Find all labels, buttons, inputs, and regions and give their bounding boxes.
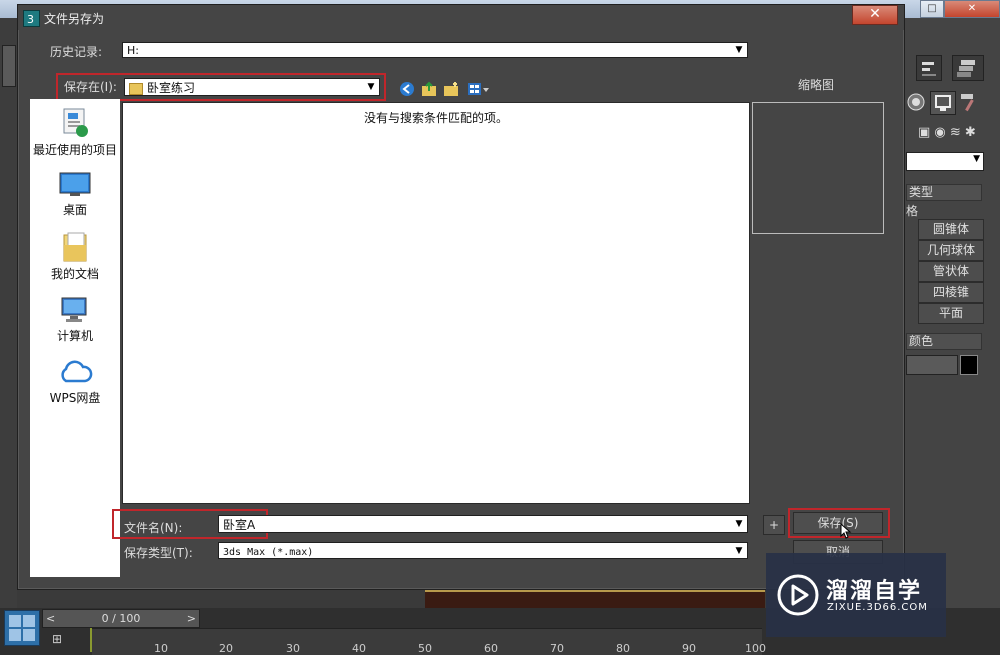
chevron-down-icon[interactable]: ▼ — [733, 43, 745, 57]
watermark-name: 溜溜自学 — [826, 579, 923, 604]
save-in-value: 卧室练习 — [147, 81, 196, 95]
watermark-logo: 溜溜自学 ZIXUE.3D66.COM — [766, 553, 946, 637]
close-app-button[interactable]: ✕ — [944, 0, 1000, 18]
filename-input[interactable]: 卧室A ▼ — [218, 515, 748, 533]
filename-label: 文件名(N): — [124, 521, 183, 535]
timeline-ruler[interactable]: 10 20 30 40 50 60 70 80 90 100 — [92, 628, 766, 655]
new-folder-icon[interactable] — [443, 81, 459, 97]
play-logo-icon — [777, 574, 819, 616]
empty-message: 没有与搜索条件匹配的项。 — [363, 111, 508, 125]
thumbnail-label: 缩略图 — [798, 78, 835, 92]
thumbnail-preview — [752, 102, 884, 234]
ruler-tick: 30 — [286, 642, 300, 655]
grid-label: 格 — [906, 204, 919, 218]
chevron-down-icon[interactable]: ▼ — [365, 80, 377, 94]
object-color-swatch[interactable] — [960, 355, 978, 375]
history-combobox[interactable]: H: ▼ — [122, 42, 748, 58]
save-as-dialog: 3 文件另存为 ✕ 历史记录: H: ▼ 保存在(I): 卧室练习 ▼ 缩略图 … — [17, 4, 905, 590]
time-prev-button[interactable]: < — [46, 610, 55, 627]
material-editor-icon[interactable] — [906, 92, 926, 112]
pyramid-button[interactable]: 四棱锥 — [918, 282, 984, 303]
place-desktop[interactable]: 桌面 — [30, 171, 120, 218]
save-in-combobox[interactable]: 卧室练习 ▼ — [124, 78, 380, 96]
time-next-button[interactable]: > — [187, 610, 196, 627]
filetype-label: 保存类型(T): — [124, 546, 193, 560]
filename-value: 卧室A — [223, 518, 256, 532]
place-recent-items[interactable]: 最近使用的项目 — [30, 107, 120, 158]
file-list[interactable]: 没有与搜索条件匹配的项。 — [122, 102, 750, 504]
ruler-tick: 10 — [154, 642, 168, 655]
history-label: 历史记录: — [50, 45, 103, 59]
place-label: 我的文档 — [50, 267, 99, 281]
render-setup-icon[interactable] — [930, 91, 956, 115]
cone-button[interactable]: 圆锥体 — [918, 219, 984, 240]
align-tool-icon[interactable] — [916, 55, 942, 81]
name-color-header[interactable]: 颜色 — [906, 333, 982, 350]
object-name-field[interactable] — [906, 355, 958, 375]
place-computer[interactable]: 计算机 — [30, 295, 120, 344]
filetype-combobox[interactable]: 3ds Max (*.max) ▼ — [218, 542, 748, 559]
panel-toolbar-icons: ▣ ◉ ≋ ✱ — [918, 125, 976, 140]
chevron-down-icon[interactable]: ▼ — [733, 544, 745, 558]
view-menu-icon[interactable] — [467, 81, 491, 97]
place-label: 桌面 — [62, 203, 87, 217]
ruler-tick: 50 — [418, 642, 432, 655]
place-label: 最近使用的项目 — [32, 143, 117, 157]
ruler-tick: 60 — [484, 642, 498, 655]
layers-tool-icon[interactable] — [952, 55, 984, 81]
time-slider[interactable]: < 0 / 100 > — [42, 609, 200, 628]
cloud-icon — [61, 360, 93, 383]
place-label: WPS网盘 — [49, 391, 101, 405]
chevron-down-icon[interactable]: ▼ — [733, 517, 745, 531]
computer-icon — [61, 297, 87, 322]
desktop-icon — [59, 172, 91, 196]
ruler-tick: 80 — [616, 642, 630, 655]
place-label: 计算机 — [56, 329, 93, 343]
hammer-icon[interactable] — [958, 91, 982, 113]
back-icon[interactable] — [399, 81, 415, 97]
plane-button[interactable]: 平面 — [918, 303, 984, 324]
object-category-dropdown[interactable]: ▼ — [906, 152, 984, 171]
object-type-header[interactable]: 类型 — [906, 184, 982, 201]
mouse-cursor-icon — [840, 522, 852, 539]
save-in-label: 保存在(I): — [64, 80, 117, 94]
increment-filename-button[interactable]: + — [763, 515, 785, 535]
left-strip — [0, 18, 17, 608]
folder-icon — [129, 83, 143, 95]
ruler-tick: 100 — [745, 642, 766, 655]
recent-items-icon — [63, 108, 88, 137]
filetype-value: 3ds Max (*.max) — [223, 547, 314, 558]
watermark-url: ZIXUE.3D66.COM — [827, 602, 928, 613]
geosphere-button[interactable]: 几何球体 — [918, 240, 984, 261]
left-tool-button[interactable] — [2, 45, 16, 87]
restore-window-button[interactable]: □ — [920, 0, 944, 18]
tube-button[interactable]: 管状体 — [918, 261, 984, 282]
ruler-tick: 70 — [550, 642, 564, 655]
ruler-tick: 40 — [352, 642, 366, 655]
svg-text:3: 3 — [27, 13, 34, 26]
track-bar-icon[interactable]: ⊞ — [52, 632, 72, 648]
dialog-title: 文件另存为 — [44, 12, 105, 26]
save-button[interactable]: 保存(S) — [793, 512, 883, 534]
time-frame-readout: 0 / 100 — [101, 612, 141, 625]
ruler-tick: 90 — [682, 642, 696, 655]
ruler-tick: 20 — [219, 642, 233, 655]
place-documents[interactable]: 我的文档 — [30, 231, 120, 282]
place-wps-cloud[interactable]: WPS网盘 — [30, 357, 120, 406]
up-folder-icon[interactable] — [421, 81, 437, 97]
viewport-layout-icon[interactable] — [4, 610, 40, 646]
viewport-edge — [425, 590, 765, 610]
dialog-titlebar: 3 文件另存为 ✕ — [18, 5, 904, 30]
max-app-icon: 3 — [23, 10, 40, 27]
dialog-close-button[interactable]: ✕ — [852, 5, 898, 25]
history-value: H: — [127, 44, 139, 57]
places-bar: 最近使用的项目 桌面 我的文档 计算机 WPS网盘 — [30, 99, 120, 577]
documents-icon — [63, 232, 87, 262]
